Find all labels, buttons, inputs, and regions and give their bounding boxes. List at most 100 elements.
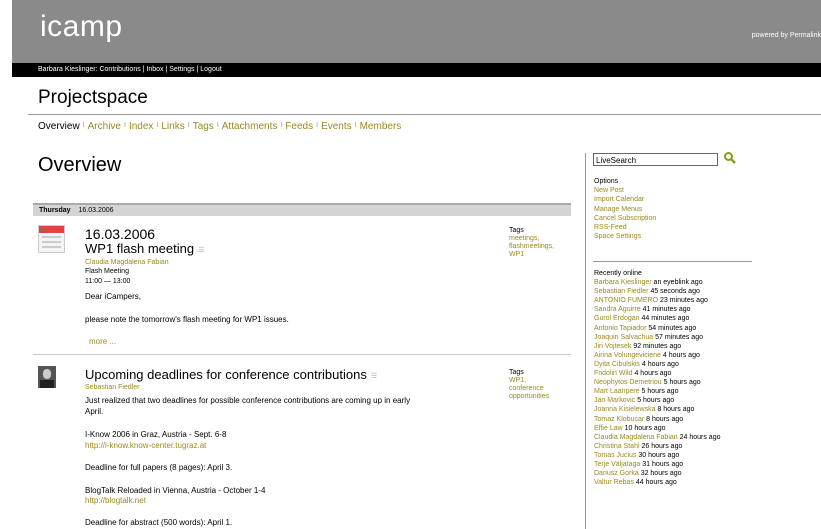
list-item: Tomaz Klobucar 8 hours ago	[594, 415, 721, 424]
post-author[interactable]: Claudia Magdalena Fabian	[85, 258, 169, 267]
online-user-link[interactable]: Joanna Kisielewska	[594, 406, 655, 413]
online-user-link[interactable]: Jiri Vojtesek	[594, 343, 631, 350]
tab-separator: I	[316, 122, 319, 129]
online-user-link[interactable]: Valtur Rebas	[594, 479, 634, 486]
tag-link[interactable]: WP1	[509, 251, 554, 259]
tag-link[interactable]: conference	[509, 385, 549, 393]
online-time: 92 minutes ago	[633, 342, 682, 350]
online-user-link[interactable]: Gurol Erdogan	[594, 315, 640, 322]
online-user-link[interactable]: Terje Väljataga	[594, 461, 640, 468]
conference-1-link[interactable]: http://i-know.know-center.tugraz.at	[85, 440, 206, 451]
online-time: an eyeblink ago	[653, 279, 703, 287]
tag-link[interactable]: opportunities	[509, 393, 549, 401]
online-user-link[interactable]: Mart Laanpere	[594, 388, 640, 395]
option-manage-menus[interactable]: Manage Menus	[594, 205, 656, 214]
online-time: 8 hours ago	[657, 406, 695, 414]
online-user-link[interactable]: Sandra Aguirre	[594, 306, 641, 313]
post-title-text[interactable]: WP1 flash meeting	[85, 241, 194, 256]
option-cancel-subscription[interactable]: Cancel Subscription	[594, 214, 656, 223]
user-bar-links[interactable]: Barbara Kieslinger: Contributions | Inbo…	[38, 66, 222, 73]
live-search-input[interactable]: LiveSearch	[593, 153, 718, 166]
site-logo[interactable]: icamp	[40, 10, 123, 44]
online-time: 31 hours ago	[642, 460, 684, 468]
online-time: 5 hours ago	[641, 388, 679, 396]
tag-link[interactable]: meetings,	[509, 235, 554, 243]
list-item: Valtur Rebas 44 hours ago	[594, 478, 721, 487]
online-user-link[interactable]: Sebastian Fiedler	[594, 288, 648, 295]
comment-flag-icon[interactable]: ☰	[371, 372, 377, 380]
online-user-link[interactable]: Antonio Tapiador	[594, 325, 646, 332]
online-user-link[interactable]: Effie Law	[594, 425, 623, 432]
online-user-link[interactable]: ANTONIO FUMERO	[594, 297, 658, 304]
option-space-settings[interactable]: Space Settings	[594, 232, 656, 241]
tab-feeds[interactable]: Feeds	[285, 121, 313, 132]
online-user-link[interactable]: Christina Stahl	[594, 443, 640, 450]
online-user-link[interactable]: Airina Volungeviciene	[594, 352, 661, 359]
conference-2-link[interactable]: http://blogtalk.net	[85, 495, 146, 506]
list-item: Jiri Vojtesek 92 minutes ago	[594, 342, 721, 351]
list-item: Effie Law 10 hours ago	[594, 424, 721, 433]
list-item: Dyita Cibulskis 4 hours ago	[594, 360, 721, 369]
online-time: 26 hours ago	[641, 442, 683, 450]
online-time: 32 hours ago	[640, 470, 682, 478]
recently-online-list: Recently online Barbara Kieslinger an ey…	[594, 269, 721, 487]
event-name: Flash Meeting	[85, 268, 129, 275]
online-user-link[interactable]: Fridolin Wild	[594, 370, 633, 377]
online-user-link[interactable]: Tomaz Klobucar	[594, 416, 644, 423]
tab-events[interactable]: Events	[321, 121, 352, 132]
conference-2-deadline: Deadline for abstract (500 words): April…	[85, 518, 233, 527]
list-item: Claudia Magdalena Fabian 24 hours ago	[594, 433, 721, 442]
tab-tags[interactable]: Tags	[193, 121, 214, 132]
online-time: 5 hours ago	[637, 397, 675, 405]
day-name: Thursday	[39, 207, 71, 214]
powered-by-text[interactable]: powered by Permalink	[752, 32, 821, 39]
online-user-link[interactable]: Dariusz Gorka	[594, 470, 639, 477]
avatar[interactable]	[38, 366, 56, 388]
list-item: Tomas Jucius 30 hours ago	[594, 451, 721, 460]
more-link[interactable]: more ...	[89, 336, 116, 347]
online-user-link[interactable]: Dyita Cibulskis	[594, 361, 640, 368]
post-greeting: Dear iCampers,	[85, 292, 142, 301]
tab-separator: I	[156, 122, 159, 129]
online-time: 10 hours ago	[624, 424, 666, 432]
conference-1: I-Know 2006 in Graz, Austria - Sept. 6-8	[85, 430, 227, 439]
online-time: 23 minutes ago	[660, 297, 708, 305]
options-label: Options	[594, 178, 619, 185]
list-item: Sandra Aguirre 41 minutes ago	[594, 305, 721, 314]
online-time: 57 minutes ago	[655, 333, 703, 341]
calendar-icon	[38, 225, 65, 253]
comment-flag-icon[interactable]: ☰	[198, 246, 204, 254]
option-import-calendar[interactable]: Import Calendar	[594, 195, 656, 204]
list-item: Dariusz Gorka 32 hours ago	[594, 469, 721, 478]
list-item: ANTONIO FUMERO 23 minutes ago	[594, 296, 721, 305]
list-item: Jan Markovic 5 hours ago	[594, 396, 721, 405]
tab-members[interactable]: Members	[360, 121, 402, 132]
online-user-link[interactable]: Jan Markovic	[594, 397, 635, 404]
post-author[interactable]: Sebastian Fiedler	[85, 383, 139, 392]
online-user-link[interactable]: Tomas Jucius	[594, 452, 636, 459]
online-user-link[interactable]: Claudia Magdalena Fabian	[594, 434, 678, 441]
event-date-heading: 16.03.2006	[85, 226, 156, 242]
option-new-post[interactable]: New Post	[594, 186, 656, 195]
tag-link[interactable]: WP1,	[509, 377, 549, 385]
online-time: 4 hours ago	[634, 370, 672, 378]
tab-links[interactable]: Links	[161, 121, 184, 132]
list-item: Neophytos Demetriou 5 hours ago	[594, 378, 721, 387]
list-item: Sebastian Fiedler 45 seconds ago	[594, 287, 721, 296]
tab-separator: I	[187, 122, 190, 129]
online-time: 54 minutes ago	[648, 324, 697, 332]
option-rss-feed[interactable]: RSS-Feed	[594, 223, 656, 232]
post-title-text[interactable]: Upcoming deadlines for conference contri…	[85, 367, 367, 382]
search-icon[interactable]	[723, 151, 737, 165]
online-user-link[interactable]: Barbara Kieslinger	[594, 279, 652, 286]
post-body-line: April.	[85, 407, 104, 416]
tab-overview[interactable]: Overview	[38, 121, 80, 132]
online-user-link[interactable]: Neophytos Demetriou	[594, 379, 662, 386]
online-user-link[interactable]: Joaquin Salvachua	[594, 334, 653, 341]
conference-1-deadline: Deadline for full papers (8 pages): Apri…	[85, 463, 233, 472]
tab-archive[interactable]: Archive	[88, 121, 121, 132]
tab-attachments[interactable]: Attachments	[222, 121, 278, 132]
tag-link[interactable]: flashmeetings,	[509, 243, 554, 251]
tab-index[interactable]: Index	[129, 121, 153, 132]
post-divider	[33, 354, 571, 355]
